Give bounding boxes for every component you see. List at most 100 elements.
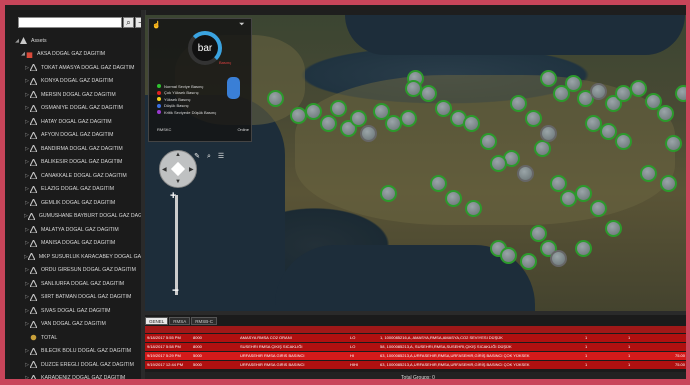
tab-rmsa[interactable]: RMSA bbox=[169, 317, 191, 325]
station-cluster-marker[interactable] bbox=[540, 70, 557, 87]
tree-item-label: SIVAS DOGAL GAZ DAGITIM bbox=[41, 307, 111, 314]
station-cluster-marker[interactable] bbox=[350, 110, 367, 127]
draw-icon[interactable]: ✎ bbox=[193, 153, 201, 161]
tree-item[interactable]: TOTAL bbox=[14, 331, 146, 345]
station-cluster-marker[interactable] bbox=[640, 165, 657, 182]
table-row[interactable]: 9/18/2017 5:55 PM 8000 AMASYA RMSA CO2 ORA… bbox=[145, 334, 686, 342]
station-cluster-marker[interactable] bbox=[600, 123, 617, 140]
tree-item[interactable]: ▷ AFYON DOGAL GAZ DAGITIM bbox=[14, 129, 146, 143]
tab-genel[interactable]: GENEL bbox=[145, 317, 169, 325]
tree-item[interactable]: ▷ GEMLIK DOGAL GAZ DAGITIM bbox=[14, 196, 146, 210]
map-pan-control[interactable]: ▲ ▼ ◀ ▶ bbox=[159, 150, 197, 188]
tree-item[interactable]: ▷ BILECIK BOLU DOGAL GAZ DAGITIM bbox=[14, 345, 146, 359]
station-cluster-marker[interactable] bbox=[267, 90, 284, 107]
tree-item[interactable]: ▷MKP SUSURLUK KARACABEY DOGAL GAZ DAGITI… bbox=[14, 250, 146, 264]
station-cluster-marker[interactable] bbox=[590, 83, 607, 100]
legend-label: Yüksek Basınç bbox=[164, 96, 191, 102]
search-input[interactable] bbox=[18, 17, 122, 28]
station-cluster-marker[interactable] bbox=[480, 133, 497, 150]
station-cluster-marker[interactable] bbox=[660, 175, 677, 192]
station-cluster-marker[interactable] bbox=[615, 133, 632, 150]
tree-item[interactable]: ▷ KONYA DOGAL GAZ DAGITIM bbox=[14, 75, 146, 89]
station-cluster-marker[interactable] bbox=[550, 250, 567, 267]
table-row[interactable]: 9/19/2017 5:29 PM 5000 URFASEHIR RMSA GIRI… bbox=[145, 352, 686, 360]
station-cluster-marker[interactable] bbox=[630, 80, 647, 97]
station-cluster-marker[interactable] bbox=[517, 165, 534, 182]
station-cluster-marker[interactable] bbox=[435, 100, 452, 117]
station-cluster-marker[interactable] bbox=[534, 140, 551, 157]
station-cluster-marker[interactable] bbox=[510, 95, 527, 112]
tree-item[interactable]: ▷ MANISA DOGAL GAZ DAGITIM bbox=[14, 237, 146, 251]
tree-item-label: OSMANIYE DOGAL GAZ DAGITIM bbox=[41, 105, 123, 112]
search-icon[interactable]: ⌕ bbox=[123, 17, 134, 28]
cell-desc: AMASYA RMSA CO2 ORANI bbox=[240, 335, 292, 340]
tree-item[interactable]: ▷ SIIRT BATMAN DOGAL GAZ DAGITIM bbox=[14, 291, 146, 305]
station-cluster-marker[interactable] bbox=[445, 190, 462, 207]
station-cluster-marker[interactable] bbox=[360, 125, 377, 142]
tree-item-label: CANAKKALE DOGAL GAZ DAGITIM bbox=[41, 172, 127, 179]
tree-group[interactable]: ◢ AKSA DOGAL GAZ DAGITIM bbox=[14, 48, 146, 62]
tree-root[interactable]: ◢ Assets bbox=[14, 34, 146, 48]
tree-item[interactable]: ▷ ELAZIG DOGAL GAZ DAGITIM bbox=[14, 183, 146, 197]
tree-item[interactable]: ▷ OSMANIYE DOGAL GAZ DAGITIM bbox=[14, 102, 146, 116]
pan-down-icon[interactable]: ▼ bbox=[175, 179, 181, 185]
cell-c1: 1 bbox=[585, 362, 588, 367]
station-cluster-marker[interactable] bbox=[605, 220, 622, 237]
pan-center-icon[interactable] bbox=[170, 161, 186, 177]
station-cluster-marker[interactable] bbox=[565, 75, 582, 92]
tree-item[interactable]: ▷ BANDIRMA DOGAL GAZ DAGITIM bbox=[14, 142, 146, 156]
station-cluster-marker[interactable] bbox=[330, 100, 347, 117]
station-cluster-marker[interactable] bbox=[490, 155, 507, 172]
zoom-out-button[interactable]: − bbox=[172, 283, 179, 297]
station-cluster-marker[interactable] bbox=[525, 110, 542, 127]
pan-right-icon[interactable]: ▶ bbox=[189, 166, 194, 173]
station-cluster-marker[interactable] bbox=[465, 200, 482, 217]
tree-item[interactable]: ▷ VAN DOGAL GAZ DAGITIM bbox=[14, 318, 146, 332]
station-cluster-marker[interactable] bbox=[463, 115, 480, 132]
station-cluster-marker[interactable] bbox=[590, 200, 607, 217]
station-cluster-marker[interactable] bbox=[400, 110, 417, 127]
tree-item[interactable]: ▷ CANAKKALE DOGAL GAZ DAGITIM bbox=[14, 169, 146, 183]
tree-item[interactable]: ▷ GUMUSHANE BAYBURT DOGAL GAZ DAGITIM bbox=[14, 210, 146, 224]
filter-icon[interactable]: ⏷ bbox=[239, 21, 245, 29]
asset-icon bbox=[30, 293, 37, 301]
tree-item[interactable]: ▷ SIVAS DOGAL GAZ DAGITIM bbox=[14, 304, 146, 318]
tree-item[interactable]: ▷ ORDU GIRESUN DOGAL GAZ DAGITIM bbox=[14, 264, 146, 278]
station-cluster-marker[interactable] bbox=[320, 115, 337, 132]
station-cluster-marker[interactable] bbox=[500, 247, 517, 264]
asset-icon bbox=[30, 118, 37, 126]
pointer-icon[interactable]: ☝ bbox=[152, 21, 161, 29]
station-cluster-marker[interactable] bbox=[657, 105, 674, 122]
list-icon[interactable]: ☰ bbox=[217, 153, 225, 161]
tree-item[interactable]: ▷ DUZCE EREGLI DOGAL GAZ DAGITIM bbox=[14, 358, 146, 372]
station-cluster-marker[interactable] bbox=[575, 185, 592, 202]
tree-item[interactable]: ▷ SANLIURFA DOGAL GAZ DAGITIM bbox=[14, 277, 146, 291]
tree-item[interactable]: ▷ MALATYA DOGAL GAZ DAGITIM bbox=[14, 223, 146, 237]
station-cluster-marker[interactable] bbox=[575, 240, 592, 257]
station-cluster-marker[interactable] bbox=[430, 175, 447, 192]
station-cluster-marker[interactable] bbox=[550, 175, 567, 192]
station-cluster-marker[interactable] bbox=[405, 80, 422, 97]
tree-item[interactable]: ▷ KARADENIZ DOGAL GAZ DAGITIM bbox=[14, 372, 146, 379]
magnifier-icon[interactable]: ⌕ bbox=[205, 153, 213, 161]
station-cluster-marker[interactable] bbox=[380, 185, 397, 202]
station-cluster-marker[interactable] bbox=[540, 125, 557, 142]
tab-rmsb-c[interactable]: RMSB-C bbox=[191, 317, 218, 325]
station-cluster-marker[interactable] bbox=[420, 85, 437, 102]
tree-item-label: BANDIRMA DOGAL GAZ DAGITIM bbox=[41, 145, 123, 152]
table-row[interactable]: 9/19/2017 12:44 PM 5000 URFASEHIR RMSA GIR… bbox=[145, 361, 686, 369]
tree-item[interactable]: ▷ TOKAT AMASYA DOGAL GAZ DAGITIM bbox=[14, 61, 146, 75]
station-cluster-marker[interactable] bbox=[520, 253, 537, 270]
tree-item[interactable]: ▷ BALIKESIR DOGAL GAZ DAGITIM bbox=[14, 156, 146, 170]
station-cluster-marker[interactable] bbox=[305, 103, 322, 120]
map-view[interactable]: ☝ ⏷ bar Basınç Normal Seviye Basınç Çok Y… bbox=[145, 15, 686, 311]
station-cluster-marker[interactable] bbox=[665, 135, 682, 152]
station-cluster-marker[interactable] bbox=[675, 85, 686, 102]
tree-item[interactable]: ▷ HATAY DOGAL GAZ DAGITIM bbox=[14, 115, 146, 129]
zoom-slider[interactable] bbox=[175, 195, 178, 295]
pan-up-icon[interactable]: ▲ bbox=[175, 152, 181, 158]
table-row[interactable]: 9/18/2017 5:58 PM 8000 SUSEHRI RMSA ÇIKIŞ … bbox=[145, 343, 686, 351]
pan-left-icon[interactable]: ◀ bbox=[162, 166, 167, 173]
tree-item[interactable]: ▷ MERSIN DOGAL GAZ DAGITIM bbox=[14, 88, 146, 102]
station-cluster-marker[interactable] bbox=[530, 225, 547, 242]
